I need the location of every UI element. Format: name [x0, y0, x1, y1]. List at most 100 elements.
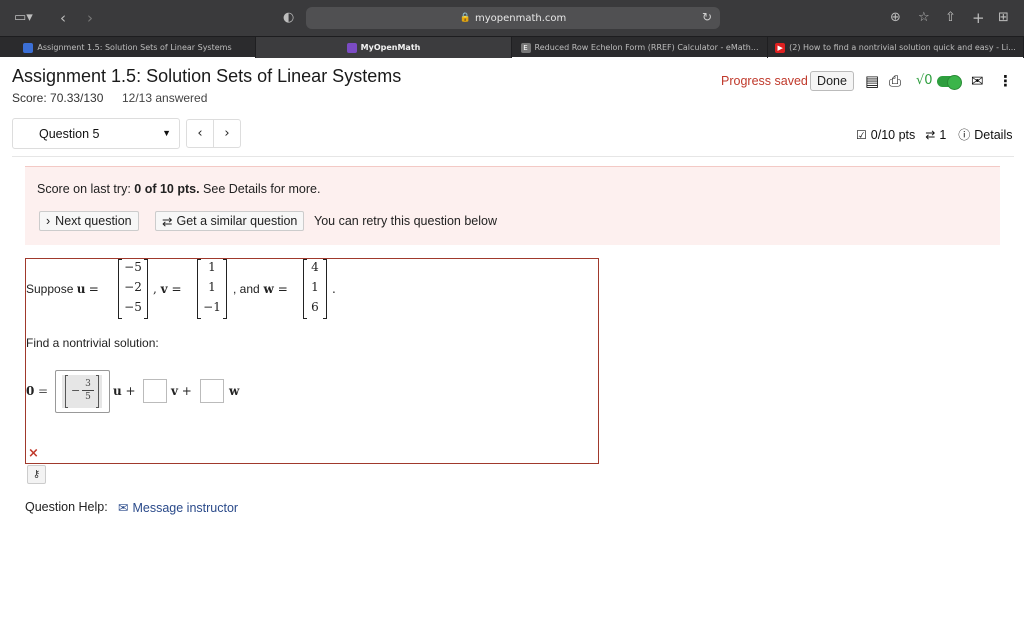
question-select[interactable]: Question 5 ▼	[12, 118, 180, 149]
shuffle-icon: ⇄	[162, 214, 173, 229]
next-question-button[interactable]: › Next question	[39, 211, 139, 231]
equals-sign: =	[88, 282, 99, 296]
shield-icon[interactable]: ◐	[283, 10, 294, 26]
v-term: v +	[171, 384, 192, 398]
tab-myopenmath[interactable]: MyOpenMath	[256, 37, 512, 58]
answer-u-preview: − 3 5	[62, 375, 102, 408]
tab-overview-icon[interactable]: ⊞	[998, 10, 1009, 26]
feedback-prefix: Score on last try:	[37, 182, 135, 196]
u-symbol: u	[113, 384, 122, 398]
question-select-label: Question 5	[39, 126, 100, 141]
instruction-text: Find a nontrivial solution:	[26, 336, 159, 350]
chevron-right-icon: ›	[46, 214, 51, 228]
chevron-down-icon: ▼	[162, 128, 171, 138]
message-instructor-link[interactable]: ✉ Message instructor	[118, 500, 239, 516]
more-options-icon[interactable]: ⋮	[998, 72, 1013, 90]
mail-icon: ✉	[118, 501, 129, 515]
message-instructor-label: Message instructor	[132, 500, 239, 515]
mom-icon	[346, 42, 357, 53]
star-icon[interactable]: ☆	[918, 10, 930, 26]
tab-youtube[interactable]: ▶ (2) How to find a nontrivial solution …	[768, 37, 1024, 58]
lock-icon: 🔒	[459, 13, 471, 23]
vector-entry: 1	[311, 280, 319, 294]
similar-question-button[interactable]: ⇄ Get a similar question	[155, 211, 305, 231]
progress-status: Progress saved	[721, 74, 808, 88]
score-text: Score: 70.33/130	[12, 91, 104, 105]
tab-label: (2) How to find a nontrivial solution qu…	[789, 43, 1016, 52]
answer-fraction: 3 5	[82, 378, 94, 403]
w-term: w	[229, 384, 239, 398]
suppose-label: Suppose	[26, 282, 74, 296]
incorrect-icon: ×	[28, 446, 39, 461]
feedback-suffix: See Details for more.	[199, 182, 321, 196]
reload-icon[interactable]: ↻	[702, 10, 712, 24]
checkbox-icon: ☑	[856, 127, 867, 142]
document-icon[interactable]: ▤	[865, 72, 879, 90]
w-symbol: w	[229, 384, 240, 398]
key-icon[interactable]: ⚷	[27, 465, 46, 484]
print-icon[interactable]: ⎙	[889, 72, 901, 90]
question-box: Suppose u = −5 −2 −5 , v = 1 1 −1 , and …	[25, 258, 599, 464]
v-label: , v =	[153, 282, 182, 296]
e-icon: E	[520, 42, 531, 53]
page-title: Assignment 1.5: Solution Sets of Linear …	[12, 66, 402, 86]
math-entry-toggle[interactable]	[937, 75, 962, 90]
points-value: 0/10 pts	[870, 127, 916, 142]
feedback-panel: Score on last try: 0 of 10 pts. See Deta…	[25, 166, 1000, 245]
answer-bracket: − 3 5	[65, 375, 99, 408]
vector-entry: 6	[311, 300, 319, 314]
retry-icon: ⇄	[925, 127, 936, 142]
page-content: Assignment 1.5: Solution Sets of Linear …	[0, 57, 1024, 640]
math-entry-icon: √0	[916, 73, 933, 88]
next-question-nav-button[interactable]: ›	[213, 119, 241, 148]
and-text: , and	[233, 282, 260, 296]
vector-u: −5 −2 −5	[118, 259, 148, 319]
feedback-score: 0 of 10 pts.	[134, 182, 200, 196]
retries-count: 1	[939, 127, 947, 142]
feedback-text: Score on last try: 0 of 10 pts. See Deta…	[37, 182, 320, 196]
suppose-text: Suppose u =	[26, 282, 99, 296]
answer-u-field[interactable]: − 3 5	[55, 370, 110, 413]
vector-entry: −2	[124, 280, 142, 294]
v-symbol: v	[171, 384, 178, 398]
info-icon[interactable]: ⓘ	[958, 126, 970, 143]
divider	[12, 156, 1014, 157]
address-bar[interactable]: 🔒 myopenmath.com ↻	[306, 7, 720, 29]
answered-count: 12/13 answered	[122, 91, 208, 105]
new-tab-icon[interactable]: +	[972, 10, 985, 26]
forward-arrow-icon[interactable]: ›	[87, 10, 93, 26]
vector-entry: 4	[311, 260, 319, 274]
url-text: myopenmath.com	[474, 12, 567, 24]
answer-w-field[interactable]	[200, 379, 224, 403]
fraction-denominator: 5	[85, 392, 91, 402]
share-icon[interactable]: ⇧	[945, 10, 956, 26]
w-label: , and w =	[233, 282, 288, 296]
back-arrow-icon[interactable]: ‹	[60, 10, 66, 26]
previous-question-button[interactable]: ‹	[186, 119, 214, 148]
sidebar-icon[interactable]: ▭▾	[14, 10, 33, 26]
tab-rref[interactable]: E Reduced Row Echelon Form (RREF) Calcul…	[512, 37, 768, 58]
tab-assignment[interactable]: Assignment 1.5: Solution Sets of Linear …	[0, 37, 256, 58]
mail-icon[interactable]: ✉	[971, 72, 984, 90]
details-link[interactable]: Details	[974, 128, 1012, 142]
points-info: ☑ 0/10 pts ⇄ 1 ⓘ Details	[856, 126, 1013, 143]
tab-label: Assignment 1.5: Solution Sets of Linear …	[37, 43, 232, 52]
download-icon[interactable]: ⊕	[890, 10, 901, 26]
mom-icon	[23, 42, 34, 53]
w-symbol: w	[263, 282, 274, 296]
next-question-label: Next question	[55, 214, 132, 228]
vector-v: 1 1 −1	[197, 259, 227, 319]
fraction-numerator: 3	[82, 378, 94, 391]
retry-text: You can retry this question below	[314, 214, 497, 228]
answer-v-field[interactable]	[143, 379, 167, 403]
period: .	[332, 282, 336, 296]
answer-sign: −	[71, 384, 81, 397]
done-button[interactable]: Done	[810, 71, 854, 91]
tab-bar: Assignment 1.5: Solution Sets of Linear …	[0, 36, 1024, 58]
tab-label: MyOpenMath	[360, 43, 421, 52]
vector-entry: 1	[208, 260, 216, 274]
vector-entry: −1	[203, 300, 221, 314]
vector-entry: −5	[124, 300, 142, 314]
v-symbol: v	[160, 282, 168, 296]
vector-entry: 1	[208, 280, 216, 294]
